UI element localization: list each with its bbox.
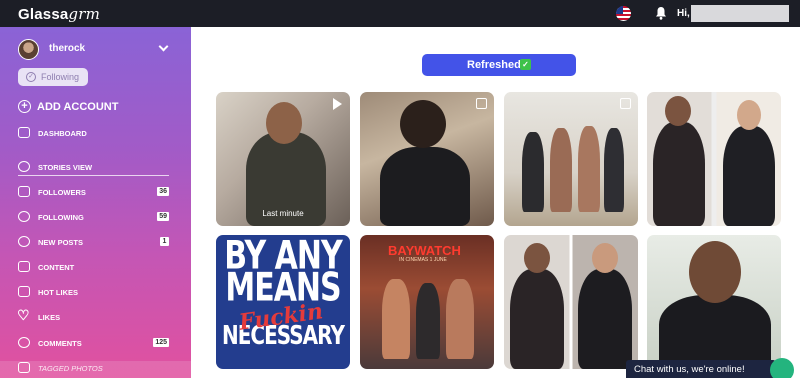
heart-icon <box>17 307 30 324</box>
photo-subject-head <box>524 243 550 273</box>
gallery-icon <box>476 98 487 109</box>
chevron-down-icon[interactable] <box>158 41 169 52</box>
thumbs-up-icon <box>18 286 30 297</box>
check-icon: ✓ <box>520 59 531 70</box>
refresh-button[interactable]: Refreshed ✓ <box>422 54 576 76</box>
sidebar-item-new-posts[interactable]: NEW POSTS 1 <box>18 234 170 252</box>
photo-subject <box>578 126 600 212</box>
media-tile[interactable] <box>504 92 638 226</box>
account-switcher[interactable]: therock <box>18 39 172 61</box>
photo-subject-head <box>689 241 741 303</box>
tile-caption: Last minute <box>262 209 304 218</box>
media-tile[interactable] <box>504 235 638 369</box>
quote-graphic: BY ANY MEANS NECESSARY Fuckin <box>222 235 345 351</box>
media-tile[interactable]: BAYWATCH IN CINEMAS 1 JUNE <box>360 235 494 369</box>
sidebar-item-followers[interactable]: FOLLOWERS 36 <box>18 184 170 202</box>
sidebar-item-content[interactable]: CONTENT <box>18 259 170 277</box>
check-circle-icon: ✓ <box>26 72 36 82</box>
sidebar-item-likes[interactable]: LIKES <box>17 307 170 327</box>
photo-subject-head <box>737 100 761 130</box>
sidebar-item-stories-view[interactable]: STORIES VIEW <box>18 159 170 177</box>
media-tile[interactable] <box>647 92 781 226</box>
top-bar: Glassagrm Hi, I <box>0 0 800 27</box>
sidebar: therock ✓ Following + ADD ACCOUNT DASHBO… <box>0 27 191 378</box>
photo-subject <box>446 279 474 359</box>
us-flag-icon[interactable] <box>616 6 631 21</box>
chat-icon[interactable] <box>770 358 794 378</box>
photo-subject <box>510 269 564 369</box>
plus-icon: + <box>18 100 31 113</box>
photo-subject-head <box>665 96 691 126</box>
photo-subject <box>723 126 775 226</box>
photo-subject <box>522 132 544 212</box>
photo-subject <box>604 128 624 212</box>
bell-icon[interactable] <box>655 6 667 20</box>
poster-title: BAYWATCH <box>388 243 461 258</box>
photo-subject <box>550 128 572 212</box>
clock-icon <box>18 161 30 172</box>
photo-subject-head <box>592 243 618 273</box>
app-logo[interactable]: Glassagrm <box>18 5 100 23</box>
sidebar-item-comments[interactable]: COMMENTS 125 <box>18 335 170 353</box>
following-count-badge: 59 <box>157 212 169 221</box>
avatar <box>18 39 39 60</box>
account-name: therock <box>49 43 86 54</box>
dashboard-icon <box>18 127 30 138</box>
media-tile[interactable]: Last minute <box>216 92 350 226</box>
following-button[interactable]: ✓ Following <box>18 68 88 86</box>
sidebar-item-dashboard[interactable]: DASHBOARD <box>18 125 170 143</box>
comments-count-badge: 125 <box>153 338 169 347</box>
photo-subject <box>659 295 771 369</box>
new-posts-count-badge: 1 <box>160 237 169 246</box>
photo-subject-head <box>266 102 302 144</box>
video-icon <box>333 98 342 110</box>
photo-subject <box>578 269 632 369</box>
media-tile[interactable]: BY ANY MEANS NECESSARY Fuckin <box>216 235 350 369</box>
photo-subject <box>653 122 705 226</box>
photo-subject-head <box>400 100 446 148</box>
gallery-icon <box>620 98 631 109</box>
photo-subject <box>380 147 470 226</box>
comment-icon <box>18 337 30 348</box>
photo-subject <box>382 279 410 359</box>
media-tile[interactable] <box>360 92 494 226</box>
tag-icon <box>18 362 30 373</box>
chat-widget[interactable]: Chat with us, we're online! <box>626 360 776 378</box>
bell-icon <box>18 236 30 247</box>
media-tile[interactable] <box>647 235 781 369</box>
redacted-username <box>691 5 789 22</box>
sidebar-item-following[interactable]: FOLLOWING 59 <box>18 209 170 227</box>
followers-count-badge: 36 <box>157 187 169 196</box>
sidebar-item-tagged-photos[interactable]: TAGGED PHOTOS <box>18 360 170 378</box>
poster-subtitle: IN CINEMAS 1 JUNE <box>399 257 447 263</box>
photo-subject <box>416 283 440 359</box>
image-icon <box>18 261 30 272</box>
followers-icon <box>18 186 30 197</box>
following-icon <box>18 211 30 222</box>
sidebar-item-hot-likes[interactable]: HOT LIKES <box>18 284 170 302</box>
